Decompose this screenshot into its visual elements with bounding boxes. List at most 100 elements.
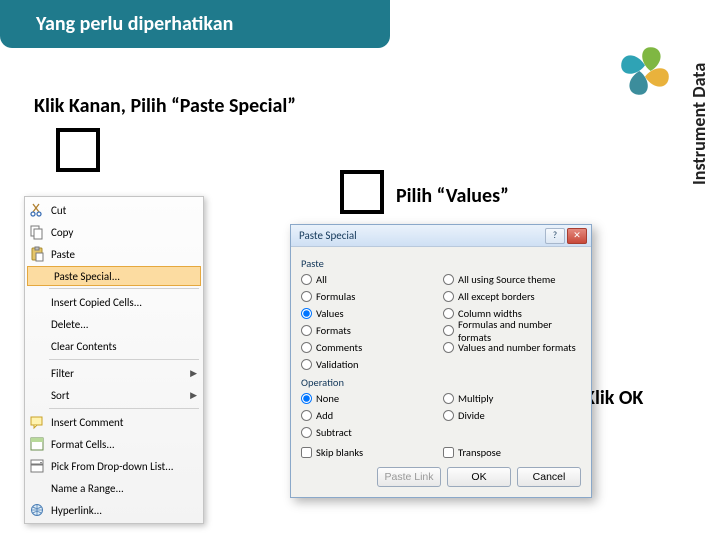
radio-multiply[interactable]: Multiply	[443, 391, 581, 406]
radio-input[interactable]	[301, 308, 312, 319]
transpose-input[interactable]	[443, 447, 454, 458]
blank-icon	[29, 387, 45, 403]
callout-box-1	[56, 128, 100, 172]
menu-insert-comment[interactable]: Insert Comment	[25, 411, 203, 433]
chevron-right-icon: ▶	[190, 368, 197, 379]
radio-label: Formulas	[316, 290, 355, 303]
menu-label: Paste	[51, 248, 75, 261]
radio-add[interactable]: Add	[301, 408, 439, 423]
radio-label: All except borders	[458, 290, 535, 303]
radio-all-except-borders[interactable]: All except borders	[443, 289, 581, 304]
instruction-1: Klik Kanan, Pilih “Paste Special”	[34, 94, 296, 118]
blank-icon	[29, 294, 45, 310]
radio-input[interactable]	[301, 325, 312, 336]
radio-input[interactable]	[443, 393, 454, 404]
blank-icon	[29, 316, 45, 332]
radio-label: Formats	[316, 324, 351, 337]
menu-paste-special[interactable]: Paste Special...	[27, 266, 201, 286]
radio-input[interactable]	[301, 342, 312, 353]
menu-clear-contents[interactable]: Clear Contents	[25, 335, 203, 357]
blank-icon	[29, 365, 45, 381]
radio-input[interactable]	[443, 274, 454, 285]
menu-filter[interactable]: Filter ▶	[25, 362, 203, 384]
radio-input[interactable]	[301, 410, 312, 421]
radio-input[interactable]	[443, 291, 454, 302]
menu-label: Paste Special...	[54, 270, 120, 283]
cancel-button[interactable]: Cancel	[517, 467, 581, 487]
dialog-help-button[interactable]: ?	[545, 228, 565, 244]
menu-insert-copied[interactable]: Insert Copied Cells...	[25, 291, 203, 313]
radio-validation[interactable]: Validation	[301, 357, 439, 372]
radio-divide[interactable]: Divide	[443, 408, 581, 423]
skip-blanks-label: Skip blanks	[316, 446, 363, 459]
dropdown-list-icon	[29, 458, 45, 474]
paste-options: All Formulas Values Formats Comments Validati…	[301, 272, 581, 372]
radio-input[interactable]	[443, 342, 454, 353]
radio-all[interactable]: All	[301, 272, 439, 287]
operation-options: None Add Subtract Multiply Divide	[301, 391, 581, 440]
paste-link-button: Paste Link	[377, 467, 441, 487]
menu-sort[interactable]: Sort ▶	[25, 384, 203, 406]
menu-label: Sort	[51, 389, 69, 402]
radio-none[interactable]: None	[301, 391, 439, 406]
menu-label: Name a Range...	[51, 482, 124, 495]
dialog-title: Paste Special	[299, 229, 357, 242]
menu-paste[interactable]: Paste	[25, 243, 203, 265]
radio-label: Subtract	[316, 426, 352, 439]
menu-name-range[interactable]: Name a Range...	[25, 477, 203, 499]
radio-input[interactable]	[443, 325, 454, 336]
group-operation-label: Operation	[301, 376, 581, 389]
radio-label: Divide	[458, 409, 485, 422]
menu-separator	[49, 288, 199, 289]
radio-comments[interactable]: Comments	[301, 340, 439, 355]
radio-values[interactable]: Values	[301, 306, 439, 321]
paste-special-icon	[32, 268, 48, 284]
radio-label: Validation	[316, 358, 359, 371]
skip-blanks-checkbox[interactable]: Skip blanks	[301, 446, 439, 459]
transpose-label: Transpose	[458, 446, 501, 459]
radio-input[interactable]	[443, 308, 454, 319]
cut-icon	[29, 202, 45, 218]
menu-cut[interactable]: Cut	[25, 199, 203, 221]
dialog-titlebar: Paste Special ? ✕	[291, 225, 591, 247]
radio-input[interactable]	[301, 291, 312, 302]
radio-label: All	[316, 273, 327, 286]
radio-label: Values	[316, 307, 344, 320]
callout-box-2	[340, 170, 384, 214]
radio-label: None	[316, 392, 339, 405]
radio-formats[interactable]: Formats	[301, 323, 439, 338]
menu-pick-from-list[interactable]: Pick From Drop-down List...	[25, 455, 203, 477]
group-paste-label: Paste	[301, 257, 581, 270]
menu-label: Cut	[51, 204, 66, 217]
menu-label: Insert Copied Cells...	[51, 296, 142, 309]
radio-label: Add	[316, 409, 333, 422]
skip-blanks-input[interactable]	[301, 447, 312, 458]
radio-formulas[interactable]: Formulas	[301, 289, 439, 304]
instruction-3: Klik OK	[584, 386, 643, 410]
radio-subtract[interactable]: Subtract	[301, 425, 439, 440]
menu-separator	[49, 359, 199, 360]
menu-label: Copy	[51, 226, 73, 239]
ok-button[interactable]: OK	[447, 467, 511, 487]
menu-copy[interactable]: Copy	[25, 221, 203, 243]
dialog-close-button[interactable]: ✕	[567, 228, 587, 244]
blank-icon	[29, 480, 45, 496]
radio-label: Multiply	[458, 392, 493, 405]
radio-input[interactable]	[301, 393, 312, 404]
radio-all-using-source-theme[interactable]: All using Source theme	[443, 272, 581, 287]
paste-icon	[29, 246, 45, 262]
radio-formulas-and-number-formats[interactable]: Formulas and number formats	[443, 323, 581, 338]
radio-values-and-number-formats[interactable]: Values and number formats	[443, 340, 581, 355]
menu-format-cells[interactable]: Format Cells...	[25, 433, 203, 455]
menu-hyperlink[interactable]: Hyperlink...	[25, 499, 203, 521]
menu-label: Delete...	[51, 318, 89, 331]
radio-input[interactable]	[443, 410, 454, 421]
menu-delete[interactable]: Delete...	[25, 313, 203, 335]
radio-input[interactable]	[301, 427, 312, 438]
radio-input[interactable]	[301, 274, 312, 285]
copy-icon	[29, 224, 45, 240]
transpose-checkbox[interactable]: Transpose	[443, 446, 581, 459]
chevron-right-icon: ▶	[190, 390, 197, 401]
radio-input[interactable]	[301, 359, 312, 370]
menu-label: Hyperlink...	[51, 504, 102, 517]
